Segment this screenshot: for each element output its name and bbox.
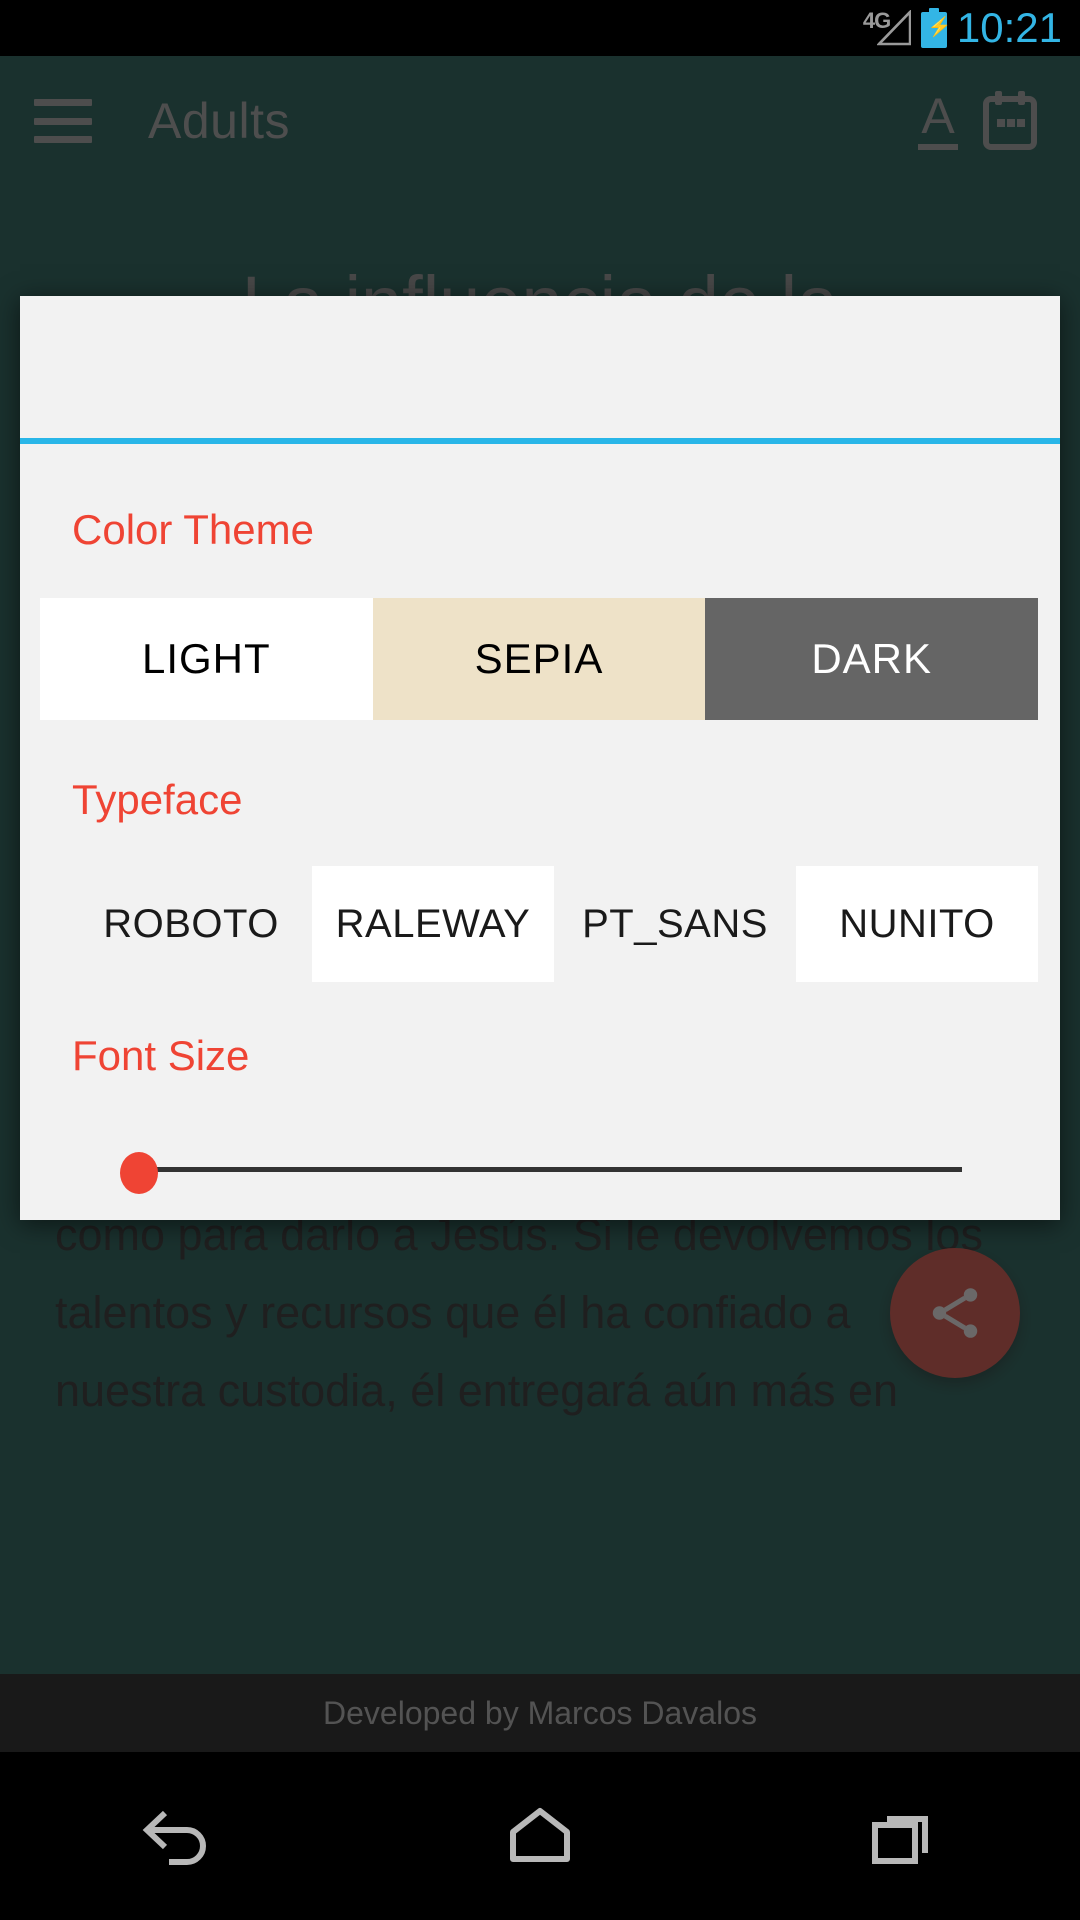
home-button[interactable] xyxy=(465,1781,615,1891)
typeface-label: Typeface xyxy=(72,776,243,823)
back-button[interactable] xyxy=(105,1781,255,1891)
theme-option-label: SEPIA xyxy=(474,635,604,682)
share-icon xyxy=(932,1288,978,1338)
reader-settings-dialog: Color Theme LIGHT SEPIA DARK Typeface RO… xyxy=(20,296,1060,1220)
hamburger-menu-icon[interactable] xyxy=(34,99,92,143)
page-title: Adults xyxy=(148,93,290,149)
typeface-option-label: NUNITO xyxy=(839,901,995,946)
font-size-slider[interactable] xyxy=(120,1144,972,1194)
footer-credit: Developed by Marcos Davalos xyxy=(0,1674,1080,1752)
font-size-section: Font Size xyxy=(20,982,1060,1194)
theme-option-dark[interactable]: DARK xyxy=(705,598,1039,720)
typeface-section: Typeface ROBOTO RALEWAY PT_SANS NUNITO xyxy=(20,720,1060,982)
typeface-option-nunito[interactable]: NUNITO xyxy=(796,866,1038,982)
theme-option-sepia[interactable]: SEPIA xyxy=(372,598,706,720)
share-fab-button[interactable] xyxy=(890,1248,1020,1378)
recent-apps-icon xyxy=(872,1816,928,1864)
font-size-slider-thumb[interactable] xyxy=(120,1152,158,1194)
android-navigation-bar xyxy=(0,1752,1080,1920)
typeface-option-pt-sans[interactable]: PT_SANS xyxy=(554,866,796,982)
typeface-option-label: PT_SANS xyxy=(582,901,768,946)
back-arrow-icon xyxy=(142,1810,206,1865)
color-theme-options: LIGHT SEPIA DARK xyxy=(40,598,1039,720)
color-theme-section: Color Theme LIGHT SEPIA DARK xyxy=(20,444,1060,720)
article-line: talentos y recursos que él ha confiado a xyxy=(55,1287,851,1338)
color-theme-label: Color Theme xyxy=(72,506,314,553)
theme-option-light[interactable]: LIGHT xyxy=(40,598,373,720)
signal-strength-icon: 4G xyxy=(863,8,911,48)
status-bar: 4G ⚡ 10:21 xyxy=(0,0,1080,56)
status-bar-clock: 10:21 xyxy=(956,4,1062,51)
font-size-label: Font Size xyxy=(72,1032,250,1079)
typeface-option-label: RALEWAY xyxy=(335,901,531,946)
dialog-title-field[interactable] xyxy=(20,296,1060,444)
signal-triangle-icon xyxy=(876,10,911,46)
typeface-option-roboto[interactable]: ROBOTO xyxy=(70,866,312,982)
recent-apps-button[interactable] xyxy=(825,1781,975,1891)
theme-option-label: DARK xyxy=(811,635,933,682)
battery-charging-icon: ⚡ xyxy=(920,8,952,48)
typeface-options: ROBOTO RALEWAY PT_SANS NUNITO xyxy=(70,866,1038,982)
font-size-slider-track xyxy=(142,1167,962,1172)
app-bar: Adults A xyxy=(0,56,1080,186)
format-text-a-icon[interactable]: A xyxy=(902,85,974,157)
typeface-option-raleway[interactable]: RALEWAY xyxy=(312,866,554,982)
theme-option-label: LIGHT xyxy=(141,635,271,682)
home-icon xyxy=(510,1808,570,1862)
article-line: nuestra custodia, él entregará aún más e… xyxy=(55,1365,899,1416)
typeface-option-label: ROBOTO xyxy=(103,901,279,946)
calendar-icon[interactable] xyxy=(974,85,1046,157)
